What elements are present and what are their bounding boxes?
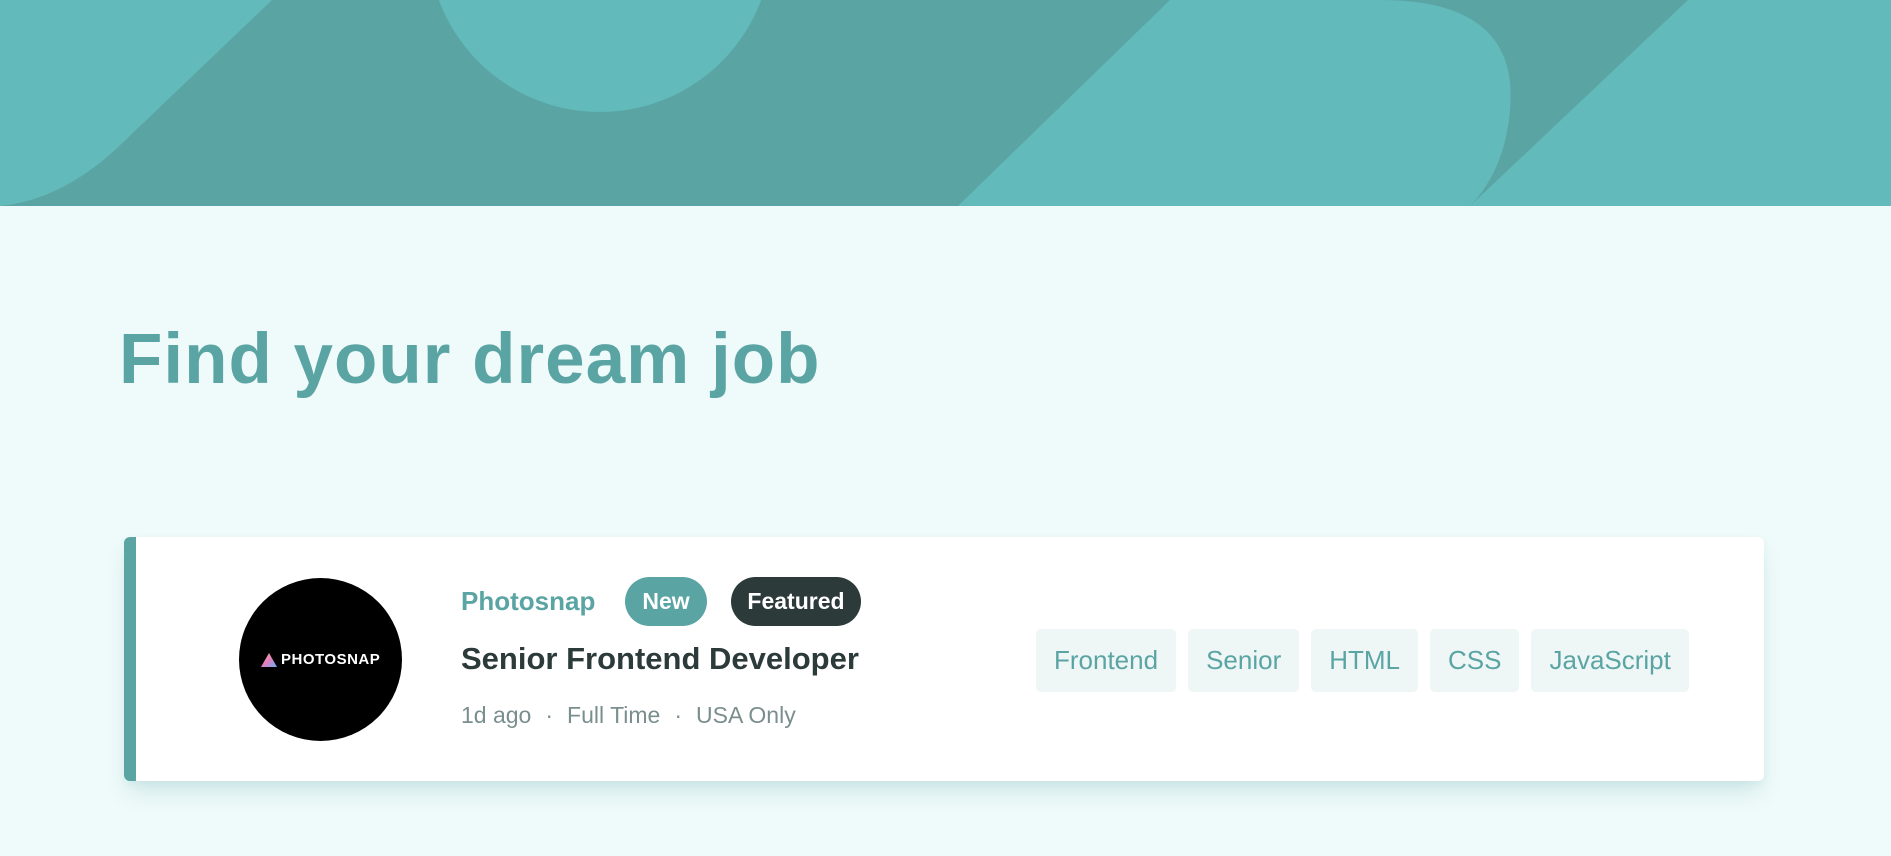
tag-html[interactable]: HTML: [1311, 629, 1419, 692]
contract-type: Full Time: [567, 702, 661, 728]
job-title-link[interactable]: Senior Frontend Developer: [461, 640, 859, 678]
company-logo: PHOTOSNAP: [239, 578, 402, 741]
featured-badge: Featured: [731, 577, 861, 626]
new-badge: New: [625, 577, 707, 626]
meta-separator: ·: [545, 702, 554, 728]
header-pattern: [0, 0, 1891, 206]
job-tags: Frontend Senior HTML CSS JavaScript: [1036, 629, 1689, 692]
header-banner: [0, 0, 1891, 206]
company-name: Photosnap: [461, 586, 596, 616]
job-card[interactable]: PHOTOSNAP Photosnap New Featured Senior …: [124, 537, 1764, 781]
tag-javascript[interactable]: JavaScript: [1531, 629, 1689, 692]
triangle-logo-icon: [261, 653, 277, 667]
meta-separator: ·: [674, 702, 682, 728]
job-meta: 1d ago · Full Time · USA Only: [461, 700, 796, 730]
posted-at: 1d ago: [461, 702, 532, 728]
tag-senior[interactable]: Senior: [1188, 629, 1300, 692]
page-title: Find your dream job: [119, 320, 821, 399]
company-logo-text: PHOTOSNAP: [281, 651, 381, 668]
job-location: USA Only: [696, 702, 796, 728]
tag-css[interactable]: CSS: [1430, 629, 1520, 692]
featured-accent-bar: [124, 537, 136, 781]
tag-frontend[interactable]: Frontend: [1036, 629, 1177, 692]
